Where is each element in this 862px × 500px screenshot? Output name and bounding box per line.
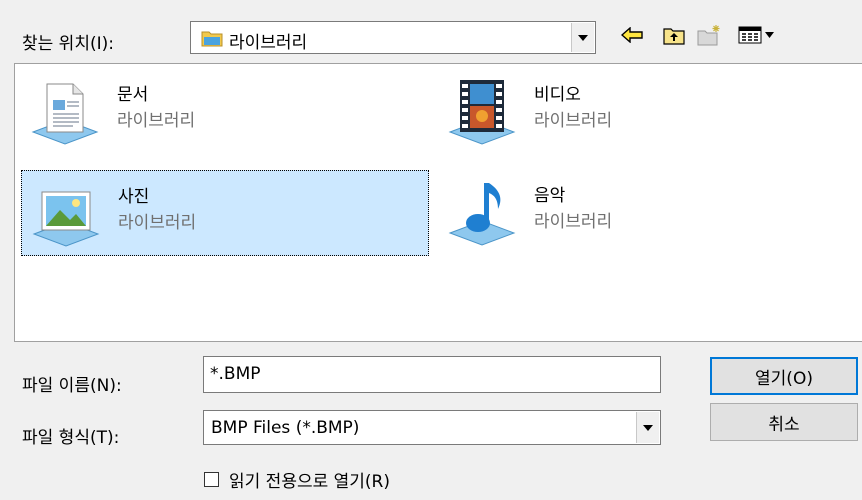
new-folder-button[interactable] <box>696 22 722 48</box>
library-folder-icon <box>201 31 223 47</box>
views-menu-button[interactable] <box>736 22 780 48</box>
library-list[interactable]: 문서 라이브러리 비디오 라이브러리 사진 라이브러리 음악 라이브러리 <box>14 63 862 342</box>
chevron-down-icon <box>643 424 653 431</box>
library-item-pictures[interactable]: 사진 라이브러리 <box>21 170 429 256</box>
file-type-label: 파일 형식(T): <box>22 428 120 448</box>
pictures-library-icon <box>32 191 100 247</box>
open-button[interactable]: 열기(O) <box>710 357 858 395</box>
videos-library-icon <box>448 80 516 145</box>
look-in-value: 라이브러리 <box>229 33 308 53</box>
back-button[interactable] <box>619 22 645 48</box>
back-arrow-icon <box>621 27 643 43</box>
library-item-documents[interactable]: 문서 라이브러리 <box>21 69 429 155</box>
up-one-level-button[interactable] <box>661 22 687 48</box>
documents-library-icon <box>31 83 99 145</box>
cancel-button[interactable]: 취소 <box>710 403 858 441</box>
music-library-icon <box>448 183 516 246</box>
chevron-down-icon <box>578 34 588 41</box>
library-name: 음악 <box>534 186 566 206</box>
look-in-label: 찾는 위치(I): <box>22 34 114 54</box>
library-name: 문서 <box>117 85 149 105</box>
library-name: 사진 <box>118 187 150 207</box>
file-type-dropdown-button[interactable] <box>636 412 659 443</box>
library-type: 라이브러리 <box>118 213 197 233</box>
read-only-option[interactable]: 읽기 전용으로 열기(R) <box>204 467 390 492</box>
file-name-label: 파일 이름(N): <box>22 376 122 396</box>
file-type-combobox[interactable]: BMP Files (*.BMP) <box>203 410 661 445</box>
library-type: 라이브러리 <box>534 212 613 232</box>
library-type: 라이브러리 <box>117 111 196 131</box>
library-item-videos[interactable]: 비디오 라이브러리 <box>438 69 846 155</box>
library-item-music[interactable]: 음악 라이브러리 <box>438 170 846 256</box>
read-only-label: 읽기 전용으로 열기(R) <box>229 472 391 492</box>
look-in-combobox[interactable]: 라이브러리 <box>190 21 596 54</box>
views-menu-icon <box>738 26 774 44</box>
library-type: 라이브러리 <box>534 111 613 131</box>
read-only-checkbox[interactable] <box>204 472 219 487</box>
up-folder-icon <box>663 28 685 45</box>
new-folder-icon <box>697 25 720 46</box>
look-in-dropdown-button[interactable] <box>571 23 594 52</box>
file-name-input[interactable]: *.BMP <box>203 356 661 393</box>
file-type-value: BMP Files (*.BMP) <box>211 418 360 438</box>
library-name: 비디오 <box>534 85 581 105</box>
